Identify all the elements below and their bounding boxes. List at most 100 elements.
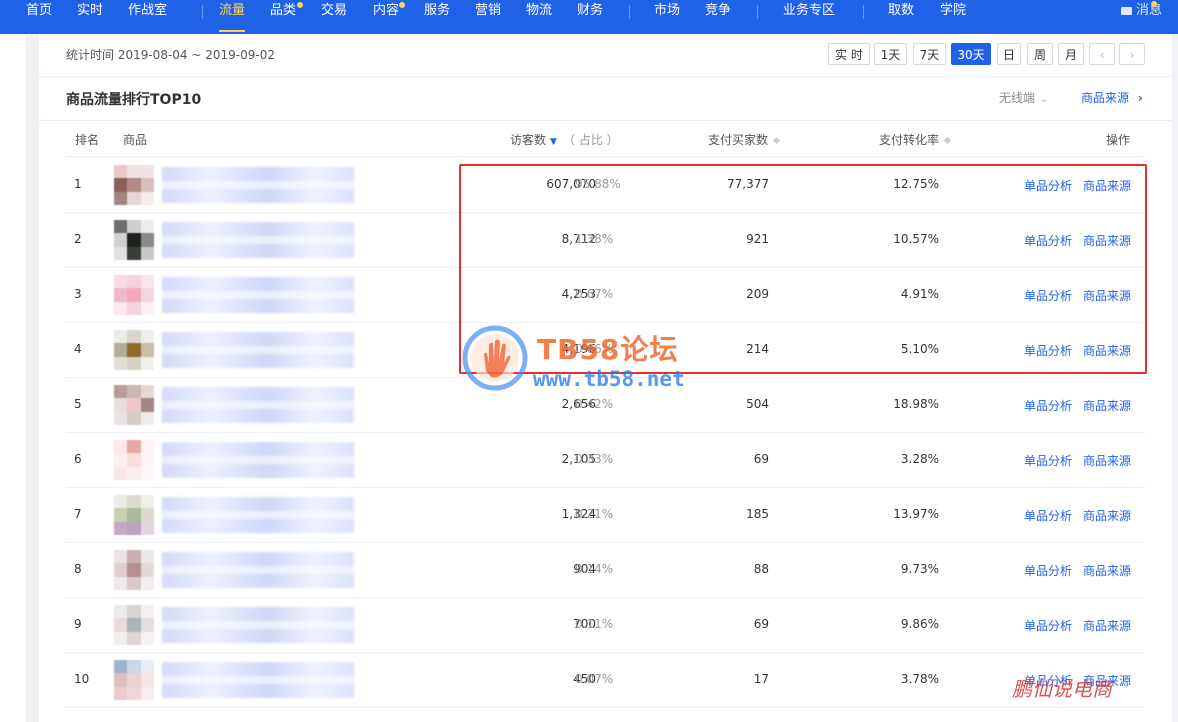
- single-item-analysis-link[interactable]: 单品分析: [1024, 617, 1072, 634]
- product-thumbnail[interactable]: [114, 605, 154, 645]
- category-notification-dot: [297, 2, 303, 8]
- row-share: 0.66%: [575, 342, 614, 356]
- product-thumbnail[interactable]: [114, 330, 154, 370]
- period-button-1day[interactable]: 1天: [874, 43, 907, 65]
- single-item-analysis-link[interactable]: 单品分析: [1024, 342, 1072, 359]
- period-button-month[interactable]: 月: [1058, 43, 1084, 65]
- row-rank: 4: [74, 342, 82, 356]
- nav-item-competition[interactable]: 竞争: [705, 0, 731, 34]
- product-title-blurred[interactable]: [162, 442, 354, 478]
- product-source-row-link[interactable]: 商品来源: [1083, 232, 1131, 249]
- nav-item-service[interactable]: 服务: [424, 0, 450, 34]
- next-period-button[interactable]: ›: [1119, 43, 1145, 65]
- row-buyers: 17: [753, 672, 769, 686]
- product-title-blurred[interactable]: [162, 662, 354, 698]
- product-thumbnail[interactable]: [114, 550, 154, 590]
- nav-item-trade[interactable]: 交易: [321, 0, 347, 34]
- nav-divider: [629, 5, 630, 19]
- nav-item-traffic[interactable]: 流量: [219, 0, 246, 34]
- period-button-realtime[interactable]: 实 时: [828, 43, 870, 65]
- single-item-analysis-link[interactable]: 单品分析: [1024, 672, 1072, 689]
- messages-label: 消息: [1135, 3, 1162, 18]
- product-title-blurred[interactable]: [162, 167, 354, 203]
- row-share: 0.67%: [575, 287, 614, 301]
- row-buyers: 214: [746, 342, 769, 356]
- table-row: 7 1,324 0.21% 185 13.97% 单品分析 商品来源: [66, 487, 1146, 543]
- nav-item-academy[interactable]: 学院: [940, 0, 966, 34]
- single-item-analysis-link[interactable]: 单品分析: [1024, 232, 1072, 249]
- product-source-row-link[interactable]: 商品来源: [1083, 397, 1131, 414]
- single-item-analysis-link[interactable]: 单品分析: [1024, 177, 1072, 194]
- product-source-link[interactable]: 商品来源 ›: [1081, 89, 1143, 106]
- date-range-text: 统计时间 2019-08-04 ~ 2019-09-02: [66, 48, 275, 62]
- period-button-day[interactable]: 日: [997, 43, 1021, 65]
- header-visitors[interactable]: 访客数 ▼: [510, 131, 557, 148]
- product-source-row-link[interactable]: 商品来源: [1083, 342, 1131, 359]
- nav-item-content[interactable]: 内容: [373, 0, 399, 34]
- header-actions: 操作: [1106, 133, 1131, 147]
- row-rank: 8: [74, 562, 82, 576]
- nav-item-business-zone[interactable]: 业务专区: [783, 0, 835, 34]
- product-title-blurred[interactable]: [162, 497, 354, 533]
- product-thumbnail[interactable]: [114, 440, 154, 480]
- product-thumbnail[interactable]: [114, 660, 154, 700]
- row-rank: 6: [74, 452, 82, 466]
- card-header: 商品流量排行TOP10 无线端 ⌄ 商品来源 ›: [39, 76, 1172, 121]
- product-thumbnail[interactable]: [114, 385, 154, 425]
- product-source-row-link[interactable]: 商品来源: [1083, 672, 1131, 689]
- nav-item-realtime[interactable]: 实时: [77, 0, 103, 34]
- product-thumbnail[interactable]: [114, 275, 154, 315]
- header-buyers[interactable]: 支付买家数: [708, 131, 781, 148]
- nav-item-home[interactable]: 首页: [26, 0, 52, 34]
- product-source-row-link[interactable]: 商品来源: [1083, 617, 1131, 634]
- product-source-row-link[interactable]: 商品来源: [1083, 287, 1131, 304]
- product-title-blurred[interactable]: [162, 222, 354, 258]
- row-rank: 1: [74, 177, 82, 191]
- product-title-blurred[interactable]: [162, 607, 354, 643]
- product-source-link-label: 商品来源: [1081, 91, 1130, 105]
- single-item-analysis-link[interactable]: 单品分析: [1024, 397, 1072, 414]
- product-source-row-link[interactable]: 商品来源: [1083, 177, 1131, 194]
- product-title-blurred[interactable]: [162, 552, 354, 588]
- nav-item-logistics[interactable]: 物流: [526, 0, 552, 34]
- header-share: （ 占比 ）: [563, 133, 619, 147]
- row-buyers: 69: [753, 617, 769, 631]
- product-thumbnail[interactable]: [114, 495, 154, 535]
- single-item-analysis-link[interactable]: 单品分析: [1024, 562, 1072, 579]
- prev-period-button[interactable]: ‹: [1089, 43, 1115, 65]
- period-button-week[interactable]: 周: [1027, 43, 1053, 65]
- nav-item-data-fetch[interactable]: 取数: [888, 0, 914, 34]
- period-button-7day[interactable]: 7天: [913, 43, 946, 65]
- content-notification-dot: [399, 2, 405, 8]
- device-select[interactable]: 无线端 ⌄: [999, 89, 1049, 106]
- row-buyers: 185: [746, 507, 769, 521]
- header-conversion[interactable]: 支付转化率: [879, 131, 952, 148]
- row-conversion: 9.86%: [900, 617, 939, 631]
- product-title-blurred[interactable]: [162, 277, 354, 313]
- product-source-row-link[interactable]: 商品来源: [1083, 452, 1131, 469]
- product-title-blurred[interactable]: [162, 387, 354, 423]
- card-title: 商品流量排行TOP10: [66, 92, 202, 108]
- nav-item-marketing[interactable]: 营销: [475, 0, 501, 34]
- product-source-row-link[interactable]: 商品来源: [1083, 507, 1131, 524]
- nav-item-category[interactable]: 品类: [270, 0, 296, 34]
- nav-item-market[interactable]: 市场: [654, 0, 680, 34]
- row-buyers: 504: [746, 397, 769, 411]
- single-item-analysis-link[interactable]: 单品分析: [1024, 507, 1072, 524]
- product-source-row-link[interactable]: 商品来源: [1083, 562, 1131, 579]
- device-select-label: 无线端: [999, 91, 1036, 105]
- nav-item-finance[interactable]: 财务: [577, 0, 603, 34]
- single-item-analysis-link[interactable]: 单品分析: [1024, 452, 1072, 469]
- envelope-icon: [1120, 7, 1132, 15]
- row-rank: 10: [74, 672, 90, 686]
- row-buyers: 921: [746, 232, 769, 246]
- product-thumbnail[interactable]: [114, 220, 154, 260]
- single-item-analysis-link[interactable]: 单品分析: [1024, 287, 1072, 304]
- product-thumbnail[interactable]: [114, 165, 154, 205]
- nav-item-war-room[interactable]: 作战室: [128, 0, 167, 34]
- product-title-blurred[interactable]: [162, 332, 354, 368]
- period-button-30day[interactable]: 30天: [951, 43, 991, 65]
- header-conversion-label: 支付转化率: [879, 133, 940, 147]
- row-buyers: 209: [746, 287, 769, 301]
- messages-notification-dot: [1151, 1, 1157, 7]
